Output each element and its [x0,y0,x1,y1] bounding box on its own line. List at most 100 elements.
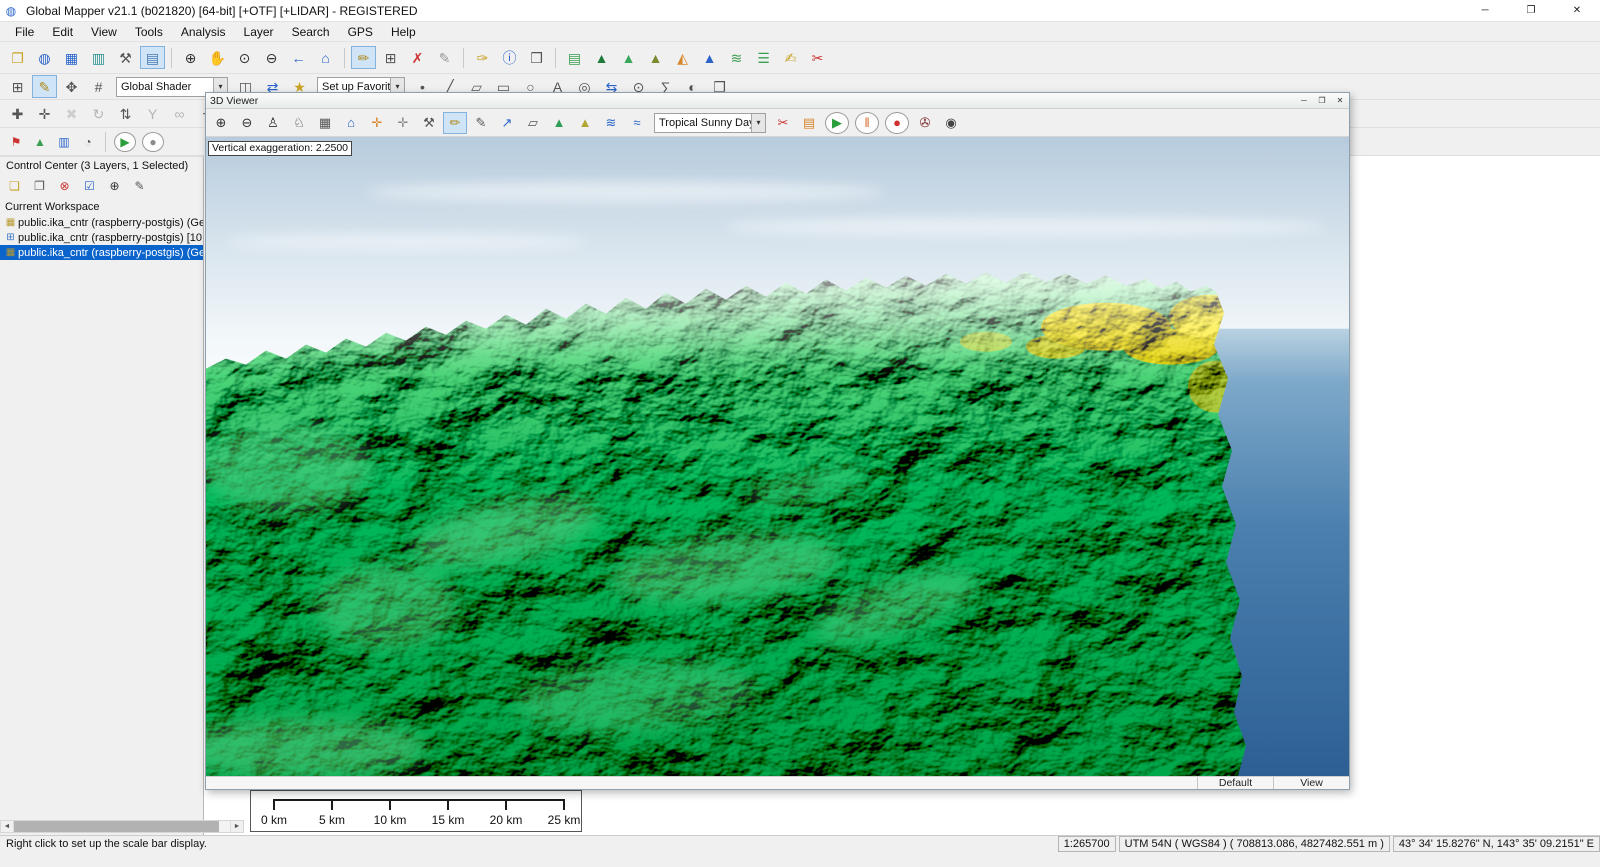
scrollbar-track[interactable] [14,821,230,832]
move-feature[interactable]: ✥ [59,75,84,98]
open-data-file[interactable]: ❏ [3,176,26,196]
water-level-raise[interactable]: ≋ [599,112,623,134]
attribute-editor[interactable]: ❒ [524,46,549,69]
draw-path-3d[interactable]: ✎ [469,112,493,134]
cut-3d[interactable]: ✂ [771,112,795,134]
save-workspace[interactable]: ▦ [59,46,84,69]
delete-feature[interactable]: ✗ [405,46,430,69]
zoom-to-layer[interactable]: ⊕ [103,176,126,196]
open-file[interactable]: ❐ [5,46,30,69]
layer-options[interactable]: ☑ [78,176,101,196]
pan-tool[interactable]: ✋ [205,46,230,69]
gps-stop-tracking[interactable]: ● [142,132,164,152]
zoom-in-3d[interactable]: ⊕ [209,112,233,134]
zoom-tool[interactable]: ⊙ [232,46,257,69]
snapping-toggle[interactable]: # [86,75,111,98]
gps-chart[interactable]: ▥ [53,132,75,152]
zoom-out-3d[interactable]: ⊖ [235,112,259,134]
viewer-maximize-button[interactable]: ❐ [1313,93,1331,108]
configuration[interactable]: ⚒ [113,46,138,69]
edit-features[interactable]: ⊞ [378,46,403,69]
menu-item-edit[interactable]: Edit [43,22,82,42]
terrain-3d-view[interactable]: ▲ [616,46,641,69]
scroll-right-button[interactable]: ► [230,821,243,832]
viewer-close-button[interactable]: ✕ [1331,93,1349,108]
menu-item-view[interactable]: View [82,22,126,42]
gps-terrain[interactable]: ▲ [29,132,51,152]
path-profile[interactable]: ▲ [643,46,668,69]
crosshair-toggle[interactable]: ✛ [391,112,415,134]
download-online-imagery[interactable]: ◍ [32,46,57,69]
menu-item-help[interactable]: Help [382,22,425,42]
view-shed-analysis[interactable]: ◭ [670,46,695,69]
wireframe-toggle[interactable]: ▦ [313,112,337,134]
viewer-title-bar[interactable]: 3D Viewer ─ ❐ ✕ [206,93,1349,109]
horizontal-scrollbar[interactable]: ◄ ► [0,820,244,833]
digitizer-edit[interactable]: ✎ [32,75,57,98]
terrain-paint-low[interactable]: ▲ [547,112,571,134]
zoom-in[interactable]: ⊕ [178,46,203,69]
feature-pin[interactable]: ✑ [470,46,495,69]
terrain-shader[interactable]: ▲ [589,46,614,69]
reset-view[interactable]: ⌂ [339,112,363,134]
layer-row[interactable]: ▦public.ika_cntr (raspberry-postgis) (Ge… [0,215,203,230]
walk-mode[interactable]: ♙ [261,112,285,134]
scrollbar-thumb[interactable] [14,821,219,832]
insert-vertex[interactable]: ✛ [32,102,57,125]
generate-contours[interactable]: ≋ [724,46,749,69]
gps-start-tracking[interactable]: ▶ [114,132,136,152]
shader-options[interactable]: ✏ [443,112,467,134]
elevation-legend[interactable]: ▤ [562,46,587,69]
full-extent-view[interactable]: ⌂ [313,46,338,69]
play-animation[interactable]: ▶ [825,112,849,134]
previous-view[interactable]: ← [286,46,311,69]
script-editor[interactable]: ✍ [778,46,803,69]
show-grid[interactable]: ⊞ [5,75,30,98]
resize-feature[interactable]: ⇅ [113,102,138,125]
measure-tool[interactable]: ✎ [432,46,457,69]
layer-row[interactable]: ▦public.ika_cntr (raspberry-postgis) (Ge… [0,245,203,260]
viewer-minimize-button[interactable]: ─ [1295,93,1313,108]
menu-item-file[interactable]: File [6,22,43,42]
close-layer[interactable]: ⊗ [53,176,76,196]
record-animation[interactable]: ● [885,112,909,134]
restore-button[interactable]: ❐ [1508,0,1554,21]
crop-tool[interactable]: ✂ [805,46,830,69]
pause-animation[interactable]: ‖ [855,112,879,134]
viewer-view-menu[interactable]: View [1273,777,1349,789]
menu-item-gps[interactable]: GPS [339,22,382,42]
layer-metadata[interactable]: ✎ [128,176,151,196]
control-center-toggle[interactable]: ▤ [140,46,165,69]
center-target[interactable]: ✛ [365,112,389,134]
fly-mode[interactable]: ♘ [287,112,311,134]
close-button[interactable]: ✕ [1554,0,1600,21]
duplicate-layer[interactable]: ❐ [28,176,51,196]
select-vertices[interactable]: ✚ [5,102,30,125]
terrain-3d-scene[interactable]: Vertical exaggeration: 2.2500 [206,137,1349,776]
select-polygon-3d[interactable]: ▱ [521,112,545,134]
gps-gauge[interactable]: ◔ [77,132,99,152]
menu-item-search[interactable]: Search [283,22,339,42]
viewer-settings[interactable]: ⚒ [417,112,441,134]
digitizer-tool[interactable]: ✏ [351,46,376,69]
viewer-preset-default[interactable]: Default [1197,777,1273,789]
map-layout[interactable]: ▥ [86,46,111,69]
record-video[interactable]: ✇ [913,112,937,134]
watershed-analysis[interactable]: ▲ [697,46,722,69]
layer-row[interactable]: ⊞public.ika_cntr (raspberry-postgis) [10… [0,230,203,245]
gps-flag[interactable]: ⚑ [5,132,27,152]
scroll-left-button[interactable]: ◄ [1,821,14,832]
zoom-out[interactable]: ⊖ [259,46,284,69]
menu-item-analysis[interactable]: Analysis [172,22,235,42]
terrain-paint-high[interactable]: ▲ [573,112,597,134]
terrain-flatten[interactable]: ☰ [751,46,776,69]
fence-diagram[interactable]: ▤ [797,112,821,134]
chevron-down-icon[interactable]: ▾ [751,114,765,132]
water-level-lower[interactable]: ≈ [625,112,649,134]
snapshot-camera[interactable]: ◉ [939,112,963,134]
minimize-button[interactable]: ─ [1462,0,1508,21]
menu-item-tools[interactable]: Tools [126,22,172,42]
measure-path-3d[interactable]: ↗ [495,112,519,134]
feature-info[interactable]: ⓘ [497,46,522,69]
menu-item-layer[interactable]: Layer [235,22,283,42]
